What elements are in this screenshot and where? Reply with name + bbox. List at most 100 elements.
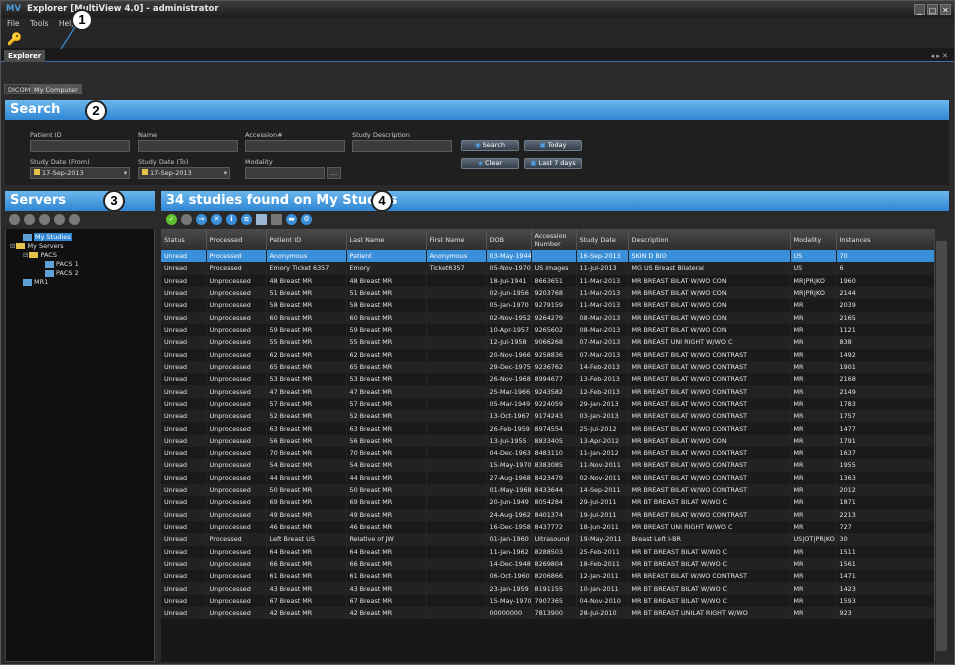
column-header[interactable]: Last Name — [346, 229, 427, 250]
refresh-server-icon[interactable] — [69, 214, 80, 225]
mark-unread-icon[interactable] — [181, 214, 192, 225]
mark-read-icon[interactable]: ✓ — [166, 214, 177, 225]
menu-file[interactable]: File — [7, 19, 20, 28]
today-button[interactable]: ▣ Today — [524, 140, 582, 151]
chevron-down-icon[interactable]: ▾ — [224, 168, 227, 178]
table-row[interactable]: Unread Unprocessed 52 Breast MR 52 Breast M… — [161, 410, 934, 423]
table-row[interactable]: Unread Unprocessed 53 Breast MR 53 Breast M… — [161, 373, 934, 386]
subtab-my-computer[interactable]: My Computer — [30, 84, 82, 94]
table-row[interactable]: Unread Unprocessed 64 Breast MR 64 Breast M… — [161, 545, 934, 558]
table-cell: MR — [790, 459, 837, 472]
column-header[interactable]: Study Date — [576, 229, 629, 250]
table-row[interactable]: Unread Unprocessed 48 Breast MR 48 Breast M… — [161, 274, 934, 287]
table-row[interactable]: Unread Unprocessed 59 Breast MR 59 Breast M… — [161, 323, 934, 337]
tree-item-pacs-1[interactable]: PACS 1 — [45, 260, 79, 269]
collapse-icon[interactable]: ⊟ — [10, 242, 15, 250]
column-header[interactable]: Status — [161, 229, 207, 250]
tree-item-my-studies[interactable]: My Studies — [23, 233, 72, 242]
table-row[interactable]: Unread Unprocessed 58 Breast MR 58 Breast M… — [161, 299, 934, 312]
table-cell: 12-Jul-1958 — [486, 336, 532, 349]
table-row[interactable]: Unread Unprocessed 51 Breast MR 51 Breast M… — [161, 286, 934, 300]
add-server-icon[interactable] — [9, 214, 20, 225]
tab-scroll-close-controls[interactable]: ◂ ▸ ✕ — [931, 50, 948, 62]
tree-item-pacs-2[interactable]: PACS 2 — [45, 269, 79, 278]
table-row[interactable]: Unread Unprocessed 60 Breast MR 60 Breast M… — [161, 311, 934, 324]
table-cell: 23-Jan-1959 — [486, 582, 532, 595]
chevron-down-icon[interactable]: ▾ — [124, 168, 127, 178]
delete-server-icon[interactable] — [54, 214, 65, 225]
table-row[interactable]: Unread Unprocessed 62 Breast MR 62 Breast M… — [161, 348, 934, 361]
edit-server-icon[interactable] — [24, 214, 35, 225]
collapse-icon[interactable]: ⊟ — [23, 251, 28, 259]
last-7-days-button[interactable]: ▣ Last 7 days — [524, 158, 582, 169]
tab-explorer[interactable]: Explorer — [4, 50, 46, 62]
close-button[interactable]: ✕ — [940, 4, 951, 15]
scrollbar-thumb[interactable] — [936, 241, 947, 651]
table-cell: 8437772 — [531, 520, 577, 534]
table-row[interactable]: Unread Unprocessed 56 Breast MR 56 Breast M… — [161, 434, 934, 447]
patient-id-field[interactable] — [30, 140, 130, 152]
table-row[interactable]: Unread Unprocessed 65 Breast MR 65 Breast M… — [161, 360, 934, 374]
table-row[interactable]: Unread Unprocessed 66 Breast MR 66 Breast M… — [161, 557, 934, 571]
table-row[interactable]: Unread Unprocessed 55 Breast MR 55 Breast M… — [161, 336, 934, 349]
table-row[interactable]: Unread Unprocessed 54 Breast MR 54 Breast M… — [161, 459, 934, 472]
table-cell: 9265602 — [531, 323, 577, 337]
table-row[interactable]: Unread Unprocessed 57 Breast MR 57 Breast M… — [161, 397, 934, 411]
table-cell: 19-May-2011 — [576, 533, 629, 546]
date-from-field[interactable]: 17-Sep-2013 ▾ — [30, 167, 130, 179]
accession-field[interactable] — [245, 140, 345, 152]
table-row[interactable]: Unread Processed Left Breast US Relative of… — [161, 533, 934, 546]
maximize-button[interactable]: □ — [927, 4, 938, 15]
table-cell: MR — [790, 385, 837, 398]
minimize-button[interactable]: _ — [914, 4, 925, 15]
column-header[interactable]: Instances — [836, 229, 934, 250]
delete-icon[interactable]: ✕ — [211, 214, 222, 225]
study-description-field[interactable] — [352, 140, 452, 152]
connect-server-icon[interactable] — [39, 214, 50, 225]
column-header[interactable]: Processed — [206, 229, 267, 250]
table-row[interactable]: Unread Unprocessed 42 Breast MR 42 Breast M… — [161, 607, 934, 620]
info-icon[interactable]: i — [226, 214, 237, 225]
table-row[interactable]: Unread Processed Emory Ticket 6357 Emory Tic… — [161, 262, 934, 275]
table-row[interactable]: Unread Processed Anonymous Patient Anonymous… — [161, 250, 934, 263]
table-row[interactable]: Unread Unprocessed 61 Breast MR 61 Breast M… — [161, 570, 934, 583]
modality-picker-button[interactable]: … — [327, 167, 341, 179]
table-cell: 05-Jan-1970 — [486, 299, 532, 312]
date-to-field[interactable]: 17-Sep-2013 ▾ — [138, 167, 230, 179]
name-field[interactable] — [138, 140, 238, 152]
search-button[interactable]: ◉ Search — [461, 140, 519, 151]
clear-button[interactable]: ◈ Clear — [461, 158, 519, 169]
table-cell: 9066268 — [531, 336, 577, 349]
key-icon[interactable]: 🔑 — [7, 32, 22, 46]
export-icon[interactable]: ▬ — [286, 214, 297, 225]
table-row[interactable]: Unread Unprocessed 70 Breast MR 70 Breast M… — [161, 447, 934, 460]
settings-icon[interactable]: ⚙ — [301, 214, 312, 225]
send-icon[interactable]: → — [196, 214, 207, 225]
tree-item-my-servers[interactable]: ⊟ My Servers — [10, 242, 64, 251]
table-cell: 59 Breast MR — [266, 323, 347, 337]
modality-field[interactable] — [245, 167, 325, 179]
table-row[interactable]: Unread Unprocessed 67 Breast MR 67 Breast M… — [161, 594, 934, 608]
tree-item-mr1[interactable]: MR1 — [23, 278, 48, 287]
column-header[interactable]: DOB — [486, 229, 532, 250]
column-header[interactable]: Patient ID — [266, 229, 347, 250]
print-icon[interactable] — [271, 214, 282, 225]
menu-tools[interactable]: Tools — [30, 19, 48, 28]
studies-table: Status Processed Patient ID Last Name First … — [161, 229, 934, 620]
column-header[interactable]: Accession Number — [531, 229, 577, 250]
table-cell: 1477 — [836, 422, 934, 435]
table-row[interactable]: Unread Unprocessed 69 Breast MR 69 Breast M… — [161, 496, 934, 509]
tree-item-pacs[interactable]: ⊟ PACS — [23, 251, 57, 260]
table-row[interactable]: Unread Unprocessed 63 Breast MR 63 Breast M… — [161, 422, 934, 435]
column-header[interactable]: First Name — [426, 229, 487, 250]
column-header[interactable]: Description — [628, 229, 791, 250]
copy-icon[interactable] — [256, 214, 267, 225]
table-row[interactable]: Unread Unprocessed 47 Breast MR 47 Breast M… — [161, 385, 934, 398]
column-header[interactable]: Modality — [790, 229, 837, 250]
table-row[interactable]: Unread Unprocessed 43 Breast MR 43 Breast M… — [161, 582, 934, 595]
table-row[interactable]: Unread Unprocessed 50 Breast MR 50 Breast M… — [161, 483, 934, 497]
table-row[interactable]: Unread Unprocessed 44 Breast MR 44 Breast M… — [161, 471, 934, 484]
stack-icon[interactable]: ≡ — [241, 214, 252, 225]
table-row[interactable]: Unread Unprocessed 49 Breast MR 49 Breast M… — [161, 508, 934, 521]
table-row[interactable]: Unread Unprocessed 46 Breast MR 46 Breast M… — [161, 520, 934, 534]
